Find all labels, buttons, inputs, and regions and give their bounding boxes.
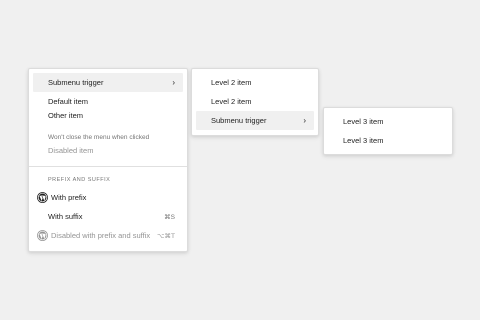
- level2-item-label: Level 2 item: [211, 78, 252, 87]
- with-prefix-item[interactable]: With prefix: [33, 188, 183, 207]
- other-item-label: Other item: [48, 111, 84, 120]
- with-suffix-label: With suffix: [48, 212, 83, 221]
- menu-divider: [29, 166, 187, 167]
- chevron-right-icon: ›: [303, 116, 306, 125]
- level2-submenu-trigger-label: Submenu trigger: [211, 116, 267, 125]
- level2-menu: Level 2 item Level 2 item Submenu trigge…: [191, 68, 319, 136]
- wordpress-icon: [37, 230, 48, 241]
- default-item[interactable]: Default item: [33, 92, 183, 111]
- level3-item[interactable]: Level 3 item: [328, 131, 448, 150]
- level2-submenu-trigger[interactable]: Submenu trigger ›: [196, 111, 314, 130]
- level3-menu: Level 3 item Level 3 item: [323, 107, 453, 155]
- disabled-item-label: Disabled item: [48, 146, 94, 155]
- disabled-item: Disabled item: [33, 141, 183, 160]
- other-item[interactable]: Other item Won't close the menu when cli…: [33, 111, 183, 141]
- disabled-prefix-suffix-item: Disabled with prefix and suffix ⌥⌘T: [33, 226, 183, 245]
- with-suffix-shortcut: ⌘S: [164, 213, 175, 221]
- level3-item-label: Level 3 item: [343, 117, 384, 126]
- disabled-prefix-suffix-label: Disabled with prefix and suffix: [51, 231, 151, 240]
- with-prefix-label: With prefix: [51, 193, 87, 202]
- submenu-trigger[interactable]: Submenu trigger ›: [33, 73, 183, 92]
- group-label: PREFIX AND SUFFIX: [48, 177, 111, 183]
- disabled-prefix-suffix-shortcut: ⌥⌘T: [157, 232, 175, 240]
- level3-item-label: Level 3 item: [343, 136, 384, 145]
- chevron-right-icon: ›: [172, 78, 175, 87]
- wordpress-icon: [37, 192, 48, 203]
- with-suffix-item[interactable]: With suffix ⌘S: [33, 207, 183, 226]
- level2-item[interactable]: Level 2 item: [196, 73, 314, 92]
- other-item-help-text: Won't close the menu when clicked: [48, 134, 150, 141]
- level2-item-label: Level 2 item: [211, 97, 252, 106]
- submenu-trigger-label: Submenu trigger: [48, 78, 104, 87]
- default-item-label: Default item: [48, 97, 89, 106]
- level3-item[interactable]: Level 3 item: [328, 112, 448, 131]
- level2-item[interactable]: Level 2 item: [196, 92, 314, 111]
- main-menu: Submenu trigger › Default item Other ite…: [28, 68, 188, 252]
